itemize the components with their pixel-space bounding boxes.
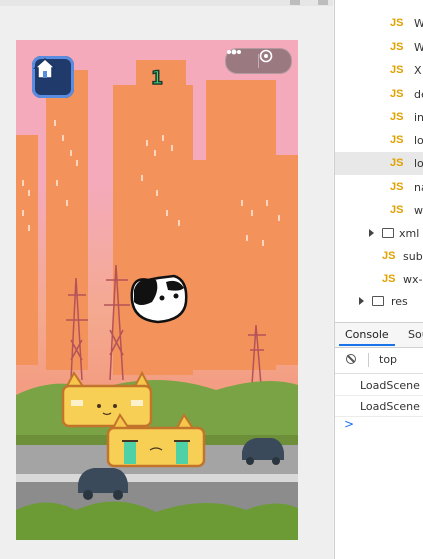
game-scene xyxy=(16,60,298,540)
file-tree-folder[interactable]: xml xyxy=(335,222,423,245)
toolbar-control[interactable] xyxy=(318,0,328,5)
file-tree-item[interactable]: JS W xyxy=(335,36,423,59)
simulator-pane: 1 xyxy=(0,0,333,559)
more-dots-icon xyxy=(227,49,241,55)
folder-icon xyxy=(382,228,394,238)
js-file-icon: JS xyxy=(390,204,404,216)
devtools-pane: JSW JSW JSX JSde JSin JSlo JSlo JSna JSw… xyxy=(335,0,423,559)
console-log-line: LoadScene xyxy=(335,375,423,396)
mini-program-capsule xyxy=(225,48,292,74)
file-tree-item[interactable]: JS lo xyxy=(335,129,423,152)
tab-sources[interactable]: Sou xyxy=(408,328,423,341)
js-file-icon: JS xyxy=(390,88,404,100)
road-curb xyxy=(16,474,298,482)
home-button[interactable] xyxy=(32,56,74,98)
js-file-icon: JS xyxy=(390,134,404,146)
expand-arrow-icon[interactable] xyxy=(369,229,374,237)
js-file-icon: JS xyxy=(390,181,404,193)
js-file-icon: JS xyxy=(390,17,404,29)
file-tree-item[interactable]: JS X xyxy=(335,59,423,82)
js-file-icon: JS xyxy=(390,41,404,53)
file-tree-item[interactable]: JS in xyxy=(335,106,423,129)
capsule-close-icon xyxy=(259,49,273,63)
file-tree-item[interactable]: JS wx- xyxy=(335,268,423,291)
console-log-line: LoadScene xyxy=(335,396,423,417)
file-tree-item[interactable]: JS W xyxy=(335,12,423,35)
clear-console-icon[interactable] xyxy=(346,354,356,364)
console-toolbar: top xyxy=(335,347,423,374)
file-tree-item[interactable]: JS sub xyxy=(335,245,423,268)
file-tree: JSW JSW JSX JSde JSin JSlo JSlo JSna JSw… xyxy=(335,0,423,320)
console-prompt[interactable]: > xyxy=(344,417,354,431)
file-tree-item[interactable]: JSna xyxy=(335,176,423,199)
score-counter: 1 xyxy=(151,66,164,90)
js-file-icon: JS xyxy=(382,250,396,262)
file-tree-item[interactable]: JS w xyxy=(335,199,423,222)
devtools-tabs: Console Sou xyxy=(335,322,423,348)
toolbar-control[interactable] xyxy=(290,0,300,5)
player-cat xyxy=(130,274,188,324)
file-tree-item[interactable]: JSde xyxy=(335,83,423,106)
home-icon xyxy=(33,57,57,79)
toolbar-separator xyxy=(368,353,369,367)
cat-block-upper xyxy=(61,370,153,428)
js-file-icon: JS xyxy=(382,273,396,285)
js-file-icon: JS xyxy=(390,111,404,123)
folder-icon xyxy=(372,296,384,306)
active-tab-indicator xyxy=(339,344,395,346)
tab-console[interactable]: Console xyxy=(345,328,389,341)
game-canvas[interactable]: 1 xyxy=(16,40,298,540)
expand-arrow-icon[interactable] xyxy=(359,297,364,305)
file-tree-item-selected[interactable]: JS lo xyxy=(335,152,423,175)
simulator-toolbar xyxy=(0,0,333,6)
capsule-close-button[interactable] xyxy=(259,49,291,73)
js-file-icon: JS xyxy=(390,64,404,76)
file-tree-folder[interactable]: res xyxy=(335,290,423,313)
js-file-icon: JS xyxy=(390,157,404,169)
capsule-menu-button[interactable] xyxy=(226,49,258,73)
context-selector[interactable]: top xyxy=(379,353,397,366)
